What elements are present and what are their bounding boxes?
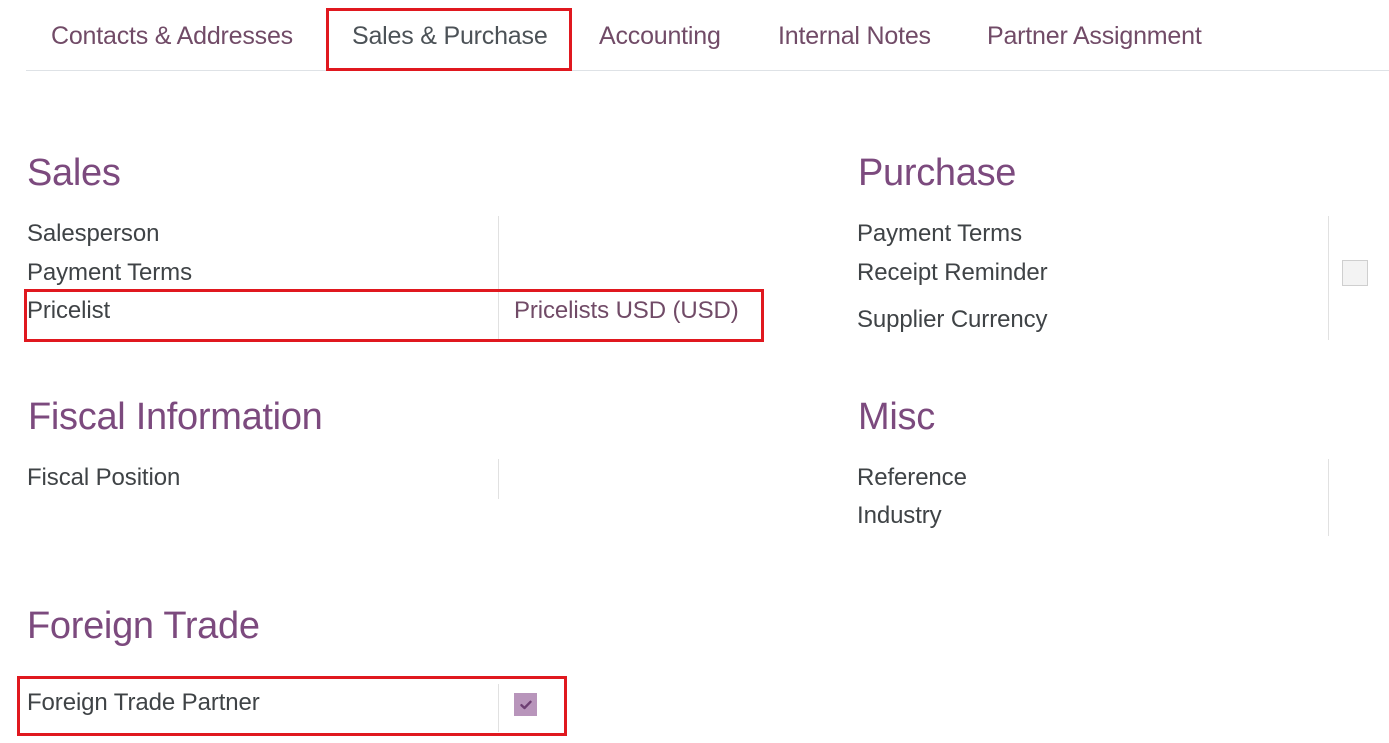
sales-payment-terms-label: Payment Terms: [27, 259, 192, 286]
foreign-trade-section-title: Foreign Trade: [27, 605, 260, 647]
foreign-trade-column-separator: [498, 684, 499, 732]
reference-label: Reference: [857, 464, 967, 491]
fiscal-section-title: Fiscal Information: [28, 396, 323, 438]
misc-section-title: Misc: [858, 396, 935, 438]
pricelist-label: Pricelist: [27, 297, 111, 324]
purchase-column-separator: [1328, 216, 1329, 340]
industry-label: Industry: [857, 502, 942, 529]
sales-column-separator: [498, 216, 499, 340]
checkmark-icon: [519, 700, 532, 709]
tab-contacts-addresses[interactable]: Contacts & Addresses: [51, 22, 293, 51]
foreign-trade-partner-label: Foreign Trade Partner: [27, 689, 260, 716]
tab-accounting[interactable]: Accounting: [599, 22, 721, 51]
pricelist-value[interactable]: Pricelists USD (USD): [514, 297, 739, 325]
tab-internal-notes[interactable]: Internal Notes: [778, 22, 931, 51]
foreign-trade-partner-checkbox[interactable]: [514, 693, 537, 716]
partner-form: Contacts & Addresses Sales & Purchase Ac…: [0, 0, 1389, 743]
notebook-tabs: Contacts & Addresses Sales & Purchase Ac…: [26, 0, 1389, 71]
salesperson-label: Salesperson: [27, 220, 160, 247]
supplier-currency-label: Supplier Currency: [857, 306, 1048, 333]
purchase-payment-terms-label: Payment Terms: [857, 220, 1022, 247]
misc-column-separator: [1328, 459, 1329, 536]
fiscal-position-label: Fiscal Position: [27, 464, 181, 491]
tab-sales-purchase[interactable]: Sales & Purchase: [352, 22, 548, 51]
sales-section-title: Sales: [27, 152, 121, 194]
purchase-section-title: Purchase: [858, 152, 1017, 194]
fiscal-column-separator: [498, 459, 499, 499]
receipt-reminder-label: Receipt Reminder: [857, 259, 1048, 286]
receipt-reminder-checkbox[interactable]: [1342, 260, 1368, 286]
tab-partner-assignment[interactable]: Partner Assignment: [987, 22, 1202, 51]
